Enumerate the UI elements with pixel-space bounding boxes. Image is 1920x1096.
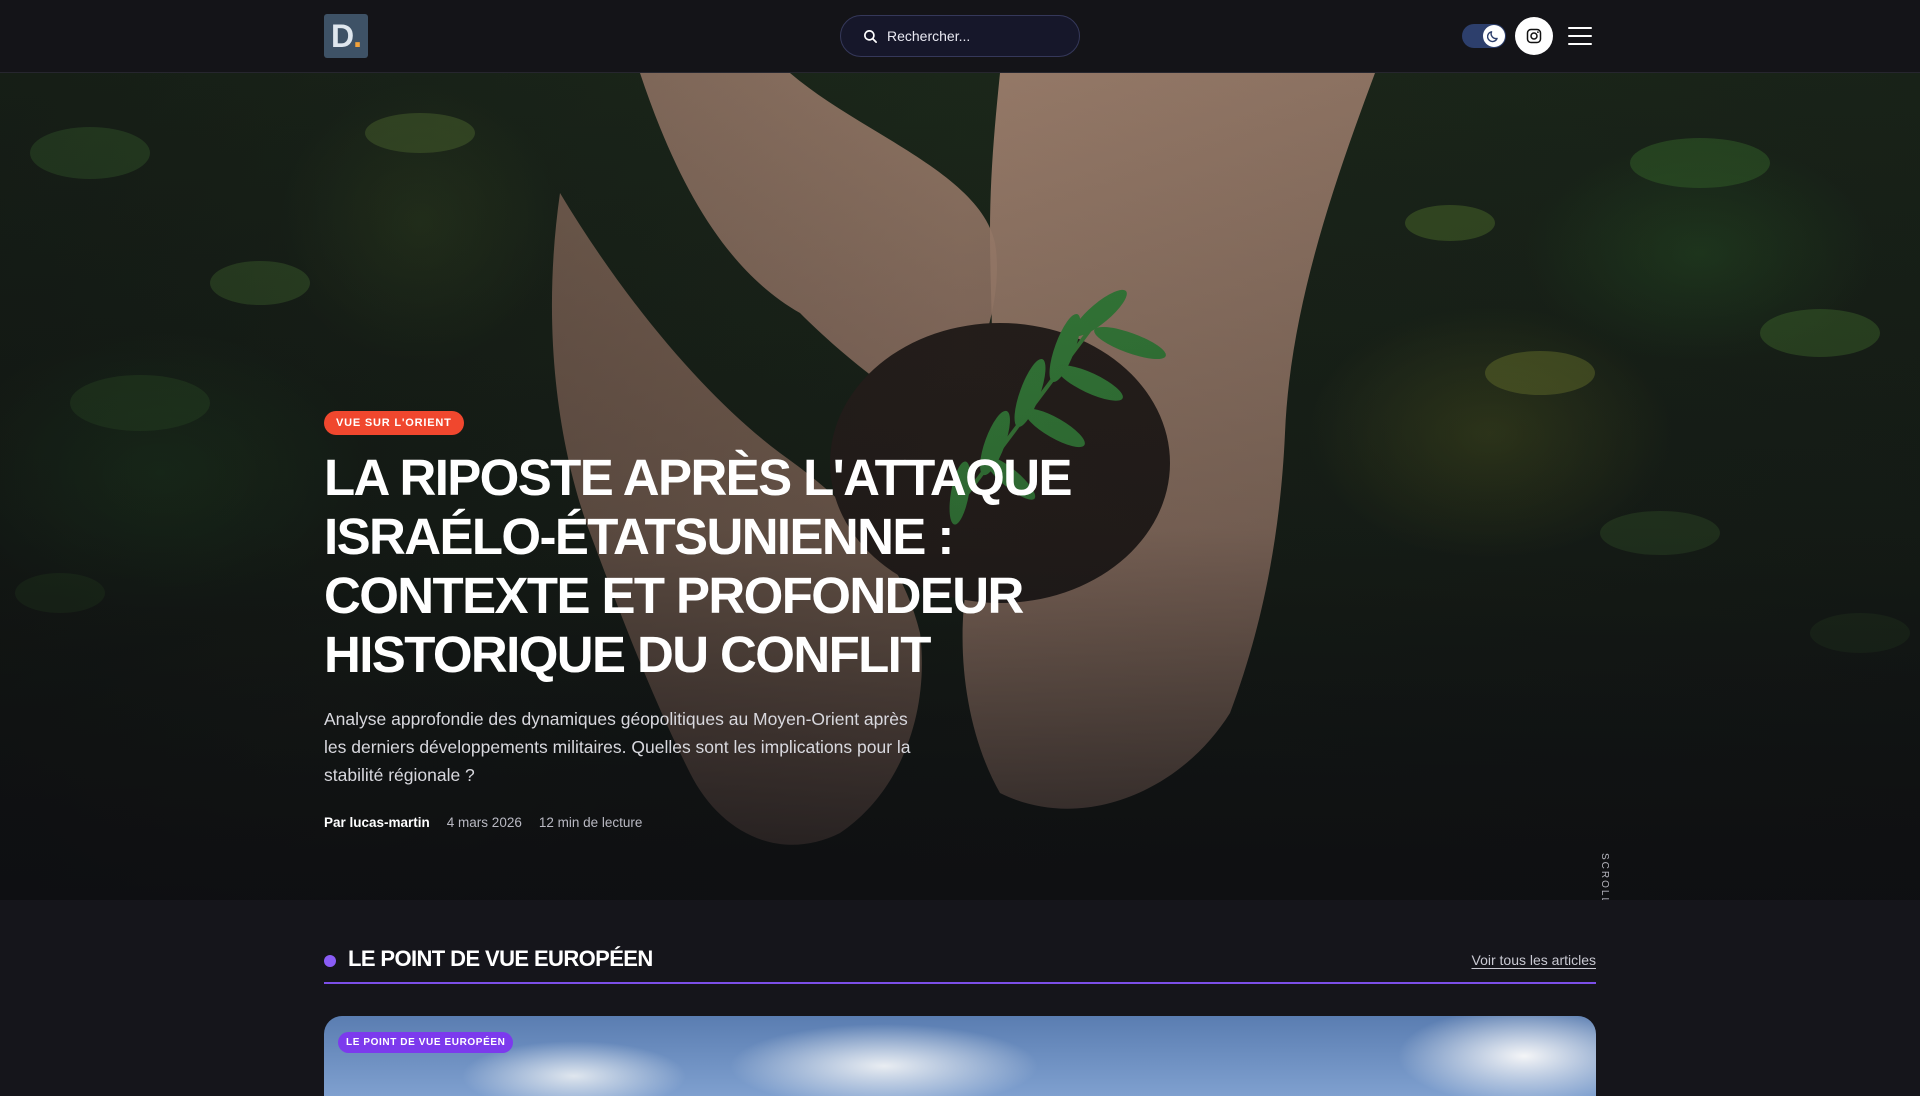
search-input[interactable] <box>887 28 1057 44</box>
moon-icon <box>1487 31 1498 43</box>
menu-line <box>1568 35 1592 37</box>
hero-date: 4 mars 2026 <box>446 815 522 830</box>
see-all-articles-link[interactable]: Voir tous les articles <box>1472 952 1597 968</box>
instagram-button[interactable] <box>1515 17 1553 55</box>
search-icon <box>864 29 877 43</box>
logo-dot: . <box>353 17 362 54</box>
section-bullet <box>324 955 336 967</box>
hero-author[interactable]: Par lucas-martin <box>324 815 430 830</box>
theme-toggle[interactable] <box>1462 24 1506 48</box>
menu-line <box>1568 27 1592 29</box>
search-box[interactable] <box>840 15 1080 57</box>
theme-toggle-knob <box>1483 25 1505 47</box>
hero-title[interactable]: LA RIPOSTE APRÈS L'ATTAQUE ISRAÉLO-ÉTATS… <box>324 448 1084 684</box>
hero-reading-time: 12 min de lecture <box>538 815 643 830</box>
european-viewpoint-section: LE POINT DE VUE EUROPÉEN Voir tous les a… <box>0 900 1920 1096</box>
top-navigation-bar: D. <box>0 0 1920 73</box>
section-title: LE POINT DE VUE EUROPÉEN <box>348 946 653 971</box>
logo-letter: D <box>331 17 354 54</box>
hero-description: Analyse approfondie des dynamiques géopo… <box>324 709 911 785</box>
hero-category-badge[interactable]: VUE SUR L'ORIENT <box>324 411 464 435</box>
scroll-indicator-label: SCROLL <box>1599 853 1610 900</box>
section-divider <box>324 982 1596 984</box>
site-logo[interactable]: D. <box>324 14 368 58</box>
hero-article[interactable]: VUE SUR L'ORIENT LA RIPOSTE APRÈS L'ATTA… <box>0 73 1920 900</box>
card-category-badge[interactable]: LE POINT DE VUE EUROPÉEN <box>338 1032 514 1053</box>
menu-line <box>1568 43 1592 45</box>
article-card[interactable]: LE POINT DE VUE EUROPÉEN <box>324 1016 1596 1096</box>
hero-meta: Par lucas-martin 4 mars 2026 12 min de l… <box>324 815 642 830</box>
hamburger-menu-icon[interactable] <box>1568 24 1592 48</box>
instagram-icon <box>1526 28 1542 44</box>
